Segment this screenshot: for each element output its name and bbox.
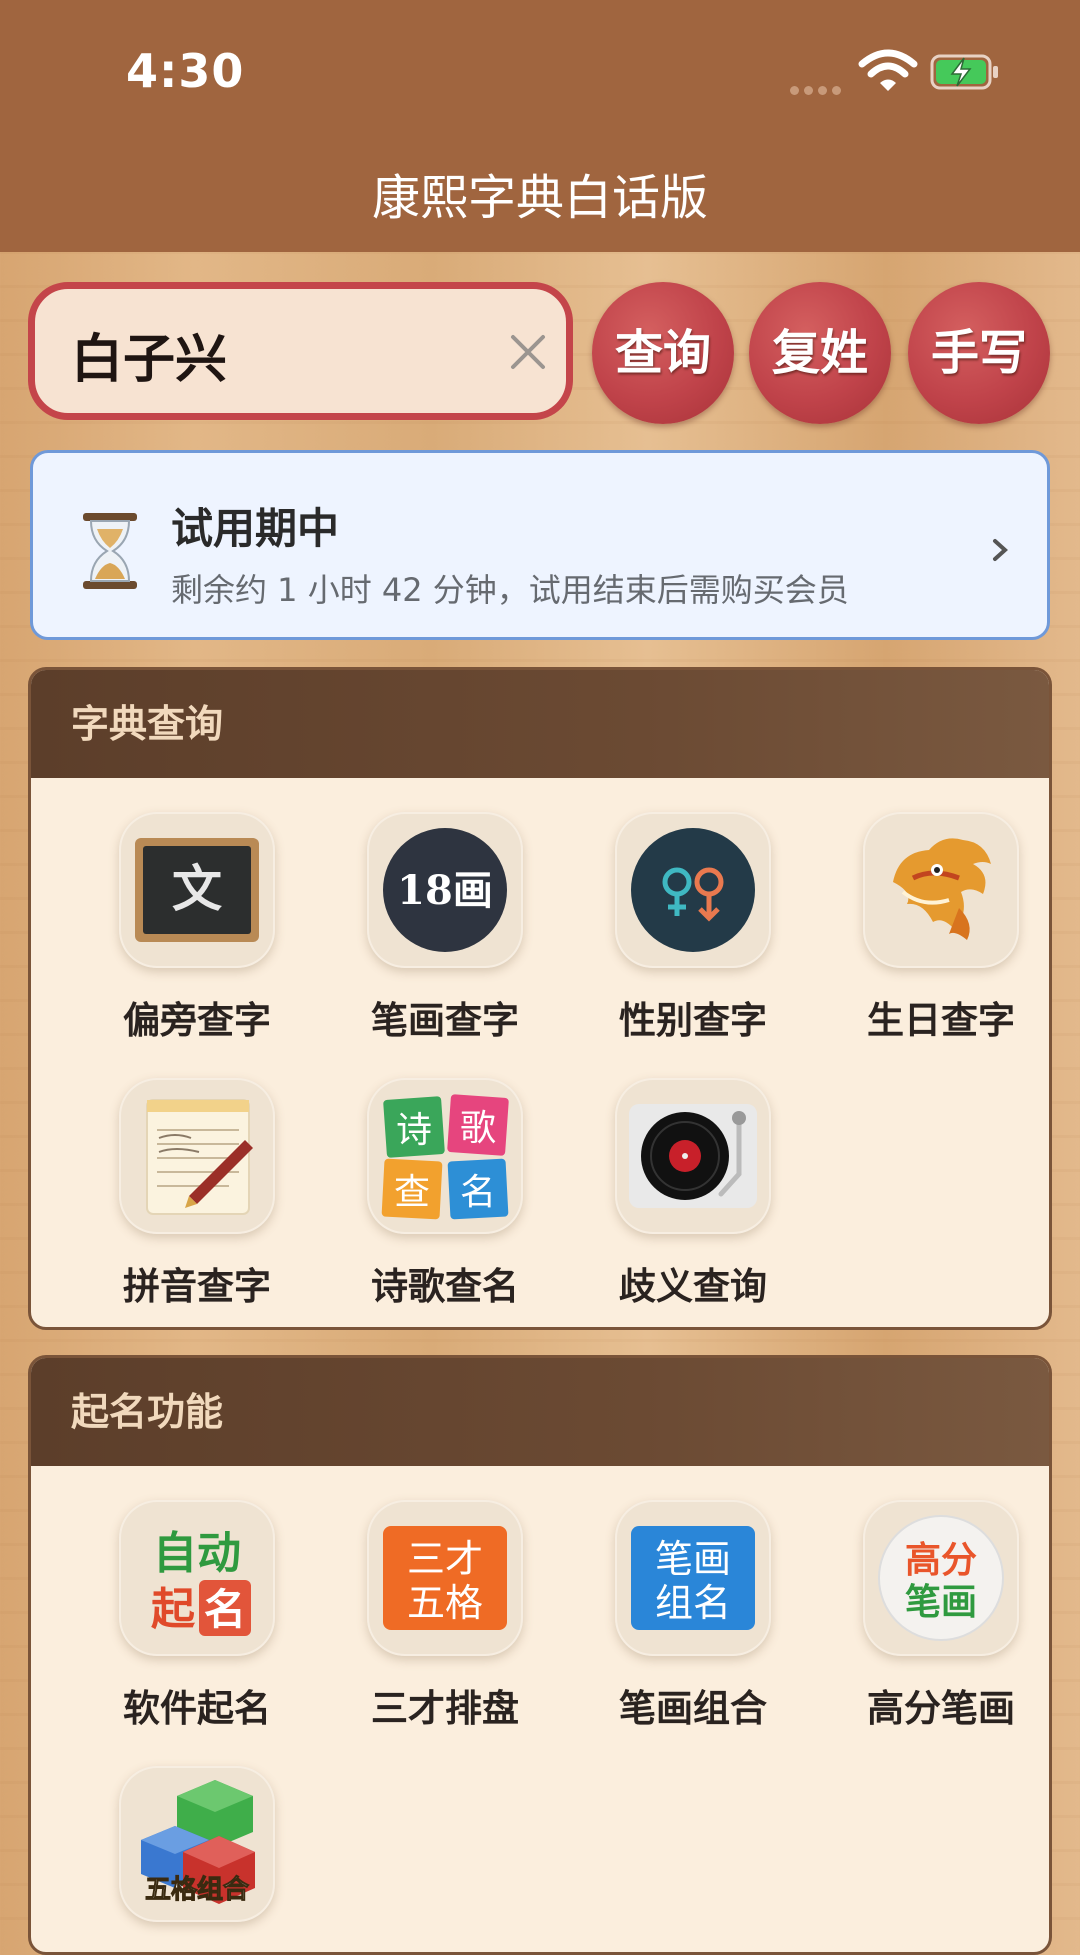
grid-item-label: 高分笔画 <box>867 1687 1015 1730</box>
turntable-icon <box>615 1078 771 1234</box>
section-title: 字典查询 <box>31 670 1049 778</box>
grid-item-wuge-combo[interactable]: 五格组合 <box>97 1766 297 1922</box>
stroke-count-text: 18画 <box>397 867 493 914</box>
grid-item-label: 笔画查字 <box>371 999 519 1042</box>
compound-surname-button[interactable]: 复姓 <box>749 282 891 424</box>
header-bar: 4:30 康熙字典白话版 <box>0 0 1080 252</box>
gender-icon <box>615 812 771 968</box>
chalkboard-char: 文 <box>172 860 222 918</box>
high-score-text: 高分 <box>905 1540 977 1581</box>
grid-item-stroke[interactable]: 18画 笔画查字 <box>345 812 545 1044</box>
signal-dots-icon <box>790 80 846 99</box>
auto-name-text: 起 <box>151 1584 196 1635</box>
grid-item-poem[interactable]: 诗 歌 查 名 诗歌查名 <box>345 1078 545 1310</box>
battery-icon <box>930 54 998 90</box>
trial-banner[interactable]: 试用期中 剩余约 1 小时 42 分钟，试用结束后需购买会员 <box>30 450 1050 640</box>
sancai-text: 三才 <box>407 1537 483 1581</box>
grid-item-label: 软件起名 <box>123 1687 271 1730</box>
grid-item-label: 三才排盘 <box>371 1687 519 1730</box>
page-title: 康熙字典白话版 <box>371 170 708 226</box>
grid-item-ambiguity[interactable]: 歧义查询 <box>593 1078 793 1310</box>
grid-item-gender[interactable]: 性别查字 <box>593 812 793 1044</box>
auto-name-text: 自动 <box>153 1528 241 1579</box>
dragon-icon <box>863 812 1019 968</box>
handwriting-button[interactable]: 手写 <box>908 282 1050 424</box>
search-box[interactable] <box>28 282 573 420</box>
grid-item-label: 歧义查询 <box>619 1265 767 1308</box>
grid-item-stroke-combo[interactable]: 笔画 组名 笔画组合 <box>593 1500 793 1732</box>
grid-item-birthday[interactable]: 生日查字 <box>841 812 1041 1044</box>
wifi-icon <box>858 49 918 91</box>
auto-name-icon: 自动 起 名 <box>119 1500 275 1656</box>
grid-item-radical[interactable]: 文 偏旁查字 <box>97 812 297 1044</box>
high-score-text: 笔画 <box>905 1582 977 1623</box>
grid-item-pinyin[interactable]: 拼音查字 <box>97 1078 297 1310</box>
grid-item-label: 偏旁查字 <box>123 999 271 1042</box>
poem-char: 歌 <box>460 1108 496 1149</box>
stroke-combo-text: 笔画 <box>655 1537 731 1581</box>
stroke-combo-text: 组名 <box>655 1581 731 1625</box>
search-input[interactable] <box>69 313 473 395</box>
trial-subtitle: 剩余约 1 小时 42 分钟，试用结束后需购买会员 <box>171 571 849 609</box>
query-button[interactable]: 查询 <box>592 282 734 424</box>
naming-section: 起名功能 自动 起 名 软件起名 三才 五格 三才排盘 笔画 组名 笔画组合 高… <box>28 1355 1052 1955</box>
poem-char: 诗 <box>396 1110 432 1151</box>
close-icon[interactable] <box>505 329 551 375</box>
poem-char: 查 <box>394 1172 430 1213</box>
grid-item-label: 拼音查字 <box>123 1265 271 1308</box>
sancai-icon: 三才 五格 <box>367 1500 523 1656</box>
grid-item-sancai[interactable]: 三才 五格 三才排盘 <box>345 1500 545 1732</box>
stroke-combo-icon: 笔画 组名 <box>615 1500 771 1656</box>
status-time: 4:30 <box>126 44 245 98</box>
grid-item-label: 诗歌查名 <box>371 1265 519 1308</box>
chevron-right-icon <box>993 539 1008 561</box>
notepad-icon <box>119 1078 275 1234</box>
poem-char: 名 <box>460 1172 496 1213</box>
high-score-icon: 高分 笔画 <box>863 1500 1019 1656</box>
sancai-text: 五格 <box>407 1581 483 1625</box>
chalkboard-icon: 文 <box>119 812 275 968</box>
grid-item-label: 笔画组合 <box>619 1687 767 1730</box>
grid-item-label: 生日查字 <box>867 999 1015 1042</box>
auto-name-text: 名 <box>204 1585 246 1634</box>
cubes-icon: 五格组合 <box>119 1766 275 1922</box>
wuge-text: 五格组合 <box>145 1874 250 1905</box>
poem-tiles-icon: 诗 歌 查 名 <box>367 1078 523 1234</box>
trial-title: 试用期中 <box>171 504 340 553</box>
hourglass-icon <box>83 513 137 589</box>
grid-item-label: 性别查字 <box>619 999 767 1042</box>
section-title: 起名功能 <box>31 1358 1049 1466</box>
grid-item-auto-name[interactable]: 自动 起 名 软件起名 <box>97 1500 297 1732</box>
dictionary-section: 字典查询 文 偏旁查字 18画 笔画查字 性别查字 生日查字 拼音查字 诗 歌 … <box>28 667 1052 1330</box>
grid-item-high-score[interactable]: 高分 笔画 高分笔画 <box>841 1500 1041 1732</box>
stroke-count-icon: 18画 <box>367 812 523 968</box>
